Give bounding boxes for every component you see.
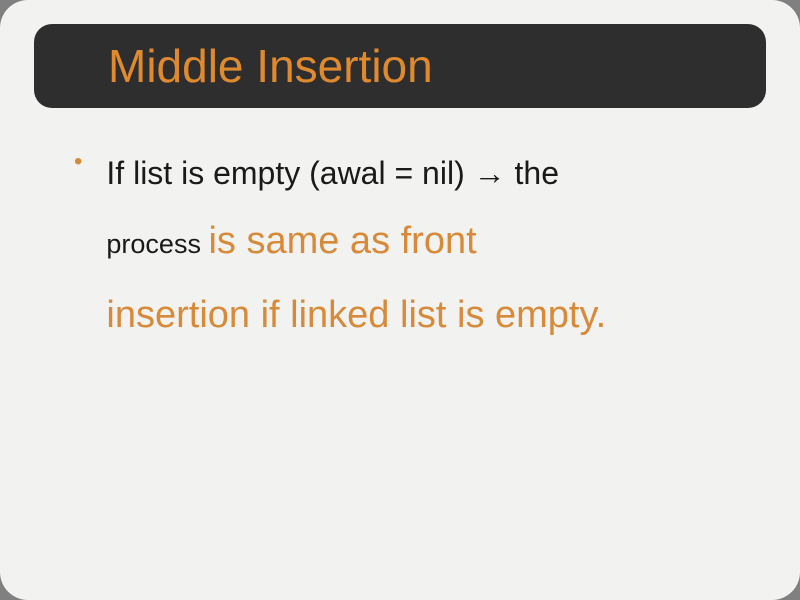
bullet-text: If list is empty (awal = nil) → the proc…: [106, 142, 732, 353]
slide: Middle Insertion • If list is empty (awa…: [0, 0, 800, 600]
text-highlight-1: is same as front: [208, 220, 476, 262]
text-lead: If list is empty (awal = nil): [106, 155, 473, 191]
slide-title: Middle Insertion: [108, 39, 433, 93]
bullet-item: • If list is empty (awal = nil) → the pr…: [68, 142, 732, 353]
slide-content: • If list is empty (awal = nil) → the pr…: [18, 142, 782, 353]
text-after-arrow: the: [506, 155, 559, 191]
arrow-icon: →: [474, 155, 506, 191]
text-period: .: [596, 294, 607, 336]
text-highlight-2: insertion if linked list is empty: [106, 294, 595, 336]
bullet-icon: •: [74, 142, 82, 182]
title-bar: Middle Insertion: [34, 24, 766, 108]
text-process: process: [106, 229, 208, 259]
